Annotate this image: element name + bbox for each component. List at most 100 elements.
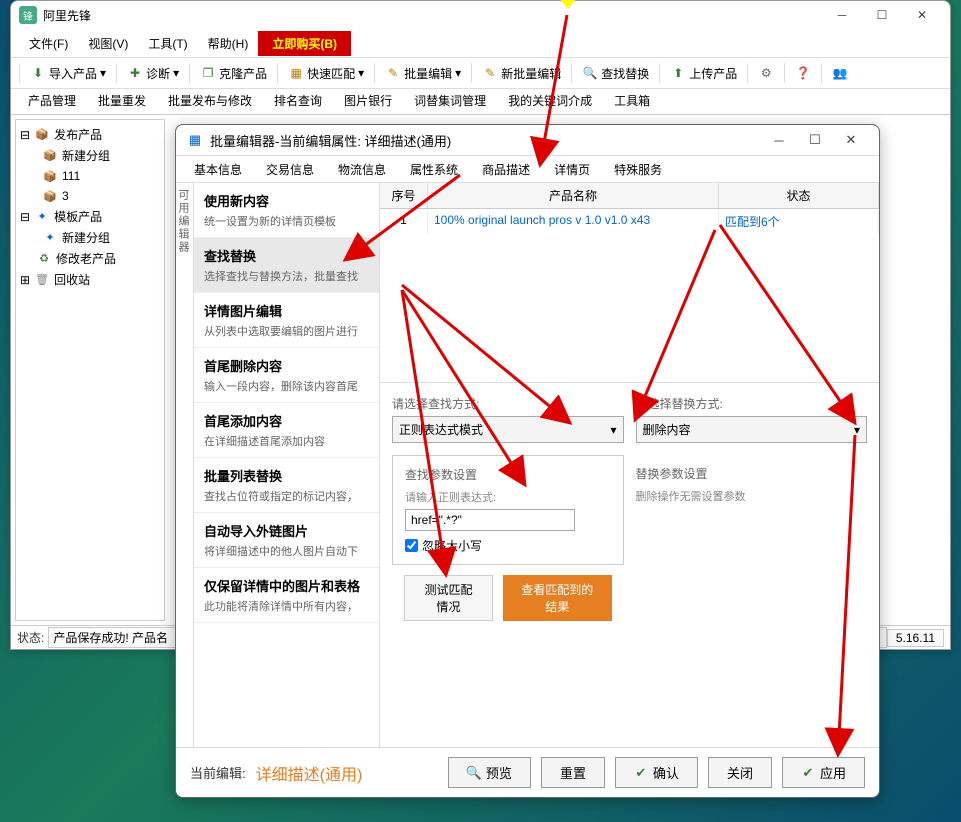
current-edit-value: 详细描述(通用) (256, 761, 438, 785)
tab-image-bank[interactable]: 图片银行 (333, 86, 403, 114)
current-edit-label: 当前编辑: (190, 763, 246, 782)
tab-toolbox[interactable]: 工具箱 (603, 86, 661, 114)
action-keep-images-tables[interactable]: 仅保留详情中的图片和表格 此功能将清除详情中所有内容， (194, 568, 379, 623)
tab-special[interactable]: 特殊服务 (602, 156, 674, 183)
tab-rank[interactable]: 排名查询 (263, 86, 333, 114)
check-icon: ✔ (634, 766, 648, 780)
tree-newgroup1[interactable]: 📦新建分组 (20, 145, 160, 166)
chevron-down-icon: ▾ (100, 66, 106, 80)
tree-publish[interactable]: ⊟📦发布产品 (20, 124, 160, 145)
toolbar-users[interactable]: 👥 (826, 62, 854, 84)
dialog-body: 可用编辑器 使用新内容 统一设置为新的详情页模板 查找替换 选择查找与替换方法，… (176, 183, 879, 747)
toolbar-batchedit[interactable]: ✎批量编辑▾ (379, 62, 467, 85)
toolbar-findreplace[interactable]: 🔍查找替换 (576, 62, 655, 85)
apply-button[interactable]: ✔应用 (782, 757, 865, 788)
action-trim-delete[interactable]: 首尾删除内容 输入一段内容，删除该内容首尾 (194, 348, 379, 403)
tab-product-manage[interactable]: 产品管理 (17, 86, 87, 114)
menu-file[interactable]: 文件(F) (19, 31, 78, 56)
action-find-replace[interactable]: 查找替换 选择查找与替换方法，批量查找 (194, 238, 379, 293)
product-table: 序号 产品名称 状态 1 100% original launch pros v… (380, 183, 879, 383)
replace-mode-select[interactable]: 删除内容▾ (636, 416, 868, 443)
table-row[interactable]: 1 100% original launch pros v 1.0 v1.0 x… (380, 209, 879, 234)
tab-batch-resend[interactable]: 批量重发 (87, 86, 157, 114)
tab-detail[interactable]: 详情页 (542, 156, 602, 183)
match-icon: ▦ (288, 65, 304, 81)
minus-icon: ⊟ (20, 210, 30, 224)
box-icon: 📦 (34, 127, 50, 143)
plus-icon: ⊞ (20, 273, 30, 287)
tab-basic[interactable]: 基本信息 (182, 156, 254, 183)
tree-modify[interactable]: ♻修改老产品 (20, 248, 160, 269)
upload-icon: ⬆ (670, 65, 686, 81)
dialog-footer: 当前编辑: 详细描述(通用) 🔍预览 重置 ✔确认 关闭 ✔应用 (176, 747, 879, 797)
toolbar-clone[interactable]: ❐克隆产品 (194, 62, 273, 85)
action-batch-list-replace[interactable]: 批量列表替换 查找占位符或指定的标记内容， (194, 458, 379, 513)
toolbar-upload[interactable]: ⬆上传产品 (664, 62, 743, 85)
menu-view[interactable]: 视图(V) (78, 31, 138, 56)
pointer-arrow-icon (560, 0, 576, 9)
new-edit-icon: ✎ (482, 65, 498, 81)
side-label: 可用编辑器 (176, 183, 194, 747)
menu-help[interactable]: 帮助(H) (198, 31, 259, 56)
chevron-down-icon: ▾ (358, 66, 364, 80)
puzzle-icon: ✦ (42, 230, 58, 246)
replace-label: 请选择替换方式: (636, 395, 868, 412)
tab-desc[interactable]: 商品描述 (470, 156, 542, 183)
ignorecase-checkbox[interactable] (405, 539, 418, 552)
tab-my-keywords[interactable]: 我的关键词介成 (497, 86, 603, 114)
recycle-icon: ♻ (36, 251, 52, 267)
action-image-edit[interactable]: 详情图片编辑 从列表中选取要编辑的图片进行 (194, 293, 379, 348)
tab-batch-publish[interactable]: 批量发布与修改 (157, 86, 263, 114)
regex-input[interactable] (405, 509, 575, 531)
find-params-title: 查找参数设置 (405, 466, 611, 483)
preview-button[interactable]: 🔍预览 (448, 757, 531, 788)
tab-attr[interactable]: 属性系统 (398, 156, 470, 183)
tree-3[interactable]: 📦3 (20, 186, 160, 206)
tree-recycle[interactable]: ⊞🗑回收站 (20, 269, 160, 290)
th-index: 序号 (380, 183, 428, 208)
toolbar-import[interactable]: ⬇导入产品▾ (24, 62, 112, 85)
dialog-maximize[interactable]: ☐ (797, 126, 833, 154)
action-trim-add[interactable]: 首尾添加内容 在详细描述首尾添加内容 (194, 403, 379, 458)
dialog-minimize[interactable]: ─ (761, 126, 797, 154)
dialog-close[interactable]: ✕ (833, 126, 869, 154)
trash-icon: 🗑 (34, 272, 50, 288)
replace-params: 替换参数设置 删除操作无需设置参数 (636, 455, 868, 518)
menu-tool[interactable]: 工具(T) (138, 31, 197, 56)
tree-template[interactable]: ⊟✦模板产品 (20, 206, 160, 227)
app-icon: 锋 (19, 6, 37, 24)
check-icon: ✔ (801, 766, 815, 780)
find-mode-select[interactable]: 正则表达式模式▾ (392, 416, 624, 443)
maximize-button[interactable]: ☐ (862, 1, 902, 29)
toolbar-newbatchedit[interactable]: ✎新批量编辑 (476, 62, 567, 85)
chevron-down-icon: ▾ (610, 423, 616, 437)
toolbar-fastmatch[interactable]: ▦快速匹配▾ (282, 62, 370, 85)
buy-button[interactable]: 立即购买(B) (258, 31, 351, 56)
batch-editor-dialog: ▦ 批量编辑器-当前编辑属性: 详细描述(通用) ─ ☐ ✕ 基本信息 交易信息… (175, 124, 880, 798)
version-label: 5.16.11 (887, 629, 944, 647)
tree-newgroup2[interactable]: ✦新建分组 (20, 227, 160, 248)
search-icon: 🔍 (467, 766, 481, 780)
tab-logistics[interactable]: 物流信息 (326, 156, 398, 183)
view-results-button[interactable]: 查看匹配到的结果 (503, 575, 612, 621)
close-button[interactable]: 关闭 (708, 757, 772, 788)
tab-trade[interactable]: 交易信息 (254, 156, 326, 183)
ok-button[interactable]: ✔确认 (615, 757, 698, 788)
toolbar-help[interactable]: ❓ (789, 62, 817, 84)
titlebar: 锋 阿里先锋 ─ ☐ ✕ (11, 1, 950, 29)
toolbar-settings[interactable]: ⚙ (752, 62, 780, 84)
dialog-icon: ▦ (186, 131, 204, 149)
action-import-external-images[interactable]: 自动导入外链图片 将详细描述中的他人图片自动下 (194, 513, 379, 568)
close-button[interactable]: ✕ (902, 1, 942, 29)
tab-keyword-manage[interactable]: 词替集词管理 (403, 86, 497, 114)
test-match-button[interactable]: 测试匹配情况 (404, 575, 493, 621)
action-new-content[interactable]: 使用新内容 统一设置为新的详情页模板 (194, 183, 379, 238)
toolbar-diagnose[interactable]: ✚诊断▾ (121, 62, 185, 85)
tree-111[interactable]: 📦111 (20, 166, 160, 186)
tree-panel: ⊟📦发布产品 📦新建分组 📦111 📦3 ⊟✦模板产品 ✦新建分组 ♻修改老产品… (15, 119, 165, 621)
minimize-button[interactable]: ─ (822, 1, 862, 29)
regex-hint: 请输入正则表达式: (405, 489, 611, 505)
menubar: 文件(F) 视图(V) 工具(T) 帮助(H) 立即购买(B) (11, 29, 950, 57)
dialog-title: 批量编辑器-当前编辑属性: 详细描述(通用) (210, 131, 761, 150)
reset-button[interactable]: 重置 (541, 757, 605, 788)
